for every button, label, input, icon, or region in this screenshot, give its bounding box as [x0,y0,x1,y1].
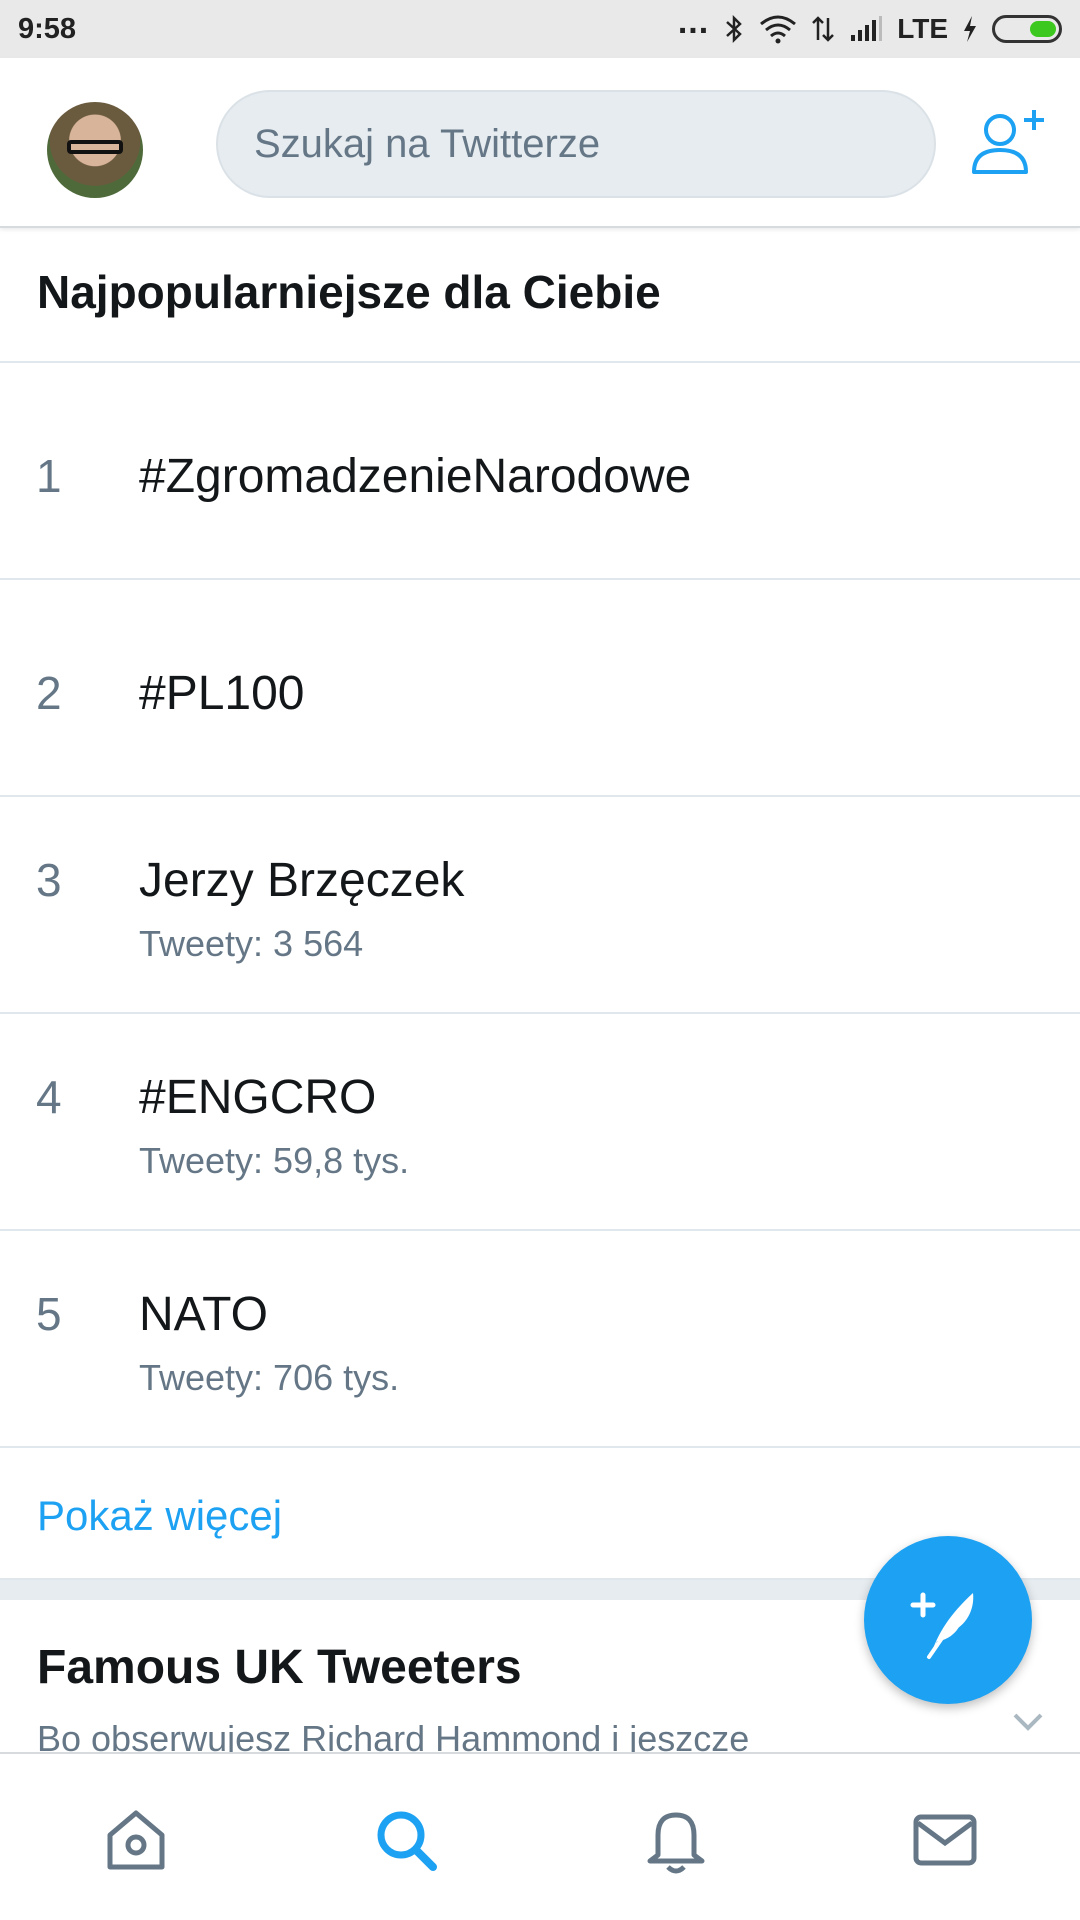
trend-rank: 5 [36,1288,62,1340]
avatar-glasses [67,140,123,154]
trend-tweet-count: Tweety: 59,8 tys. [139,1140,410,1181]
search-placeholder: Szukaj na Twitterze [254,121,601,166]
trend-name: NATO [139,1288,268,1341]
charging-icon [964,16,976,42]
trend-item[interactable]: 2 #PL100 [0,580,1080,797]
trend-rank: 2 [36,667,62,719]
chevron-down-icon[interactable] [1012,1712,1044,1732]
compose-tweet-icon [910,1592,974,1659]
battery-icon [992,15,1062,43]
trend-item[interactable]: 1 #ZgromadzenieNarodowe [0,363,1080,580]
add-user-icon[interactable] [968,106,1048,186]
trend-rank: 3 [36,854,62,906]
trend-tweet-count: Tweety: 3 564 [139,923,364,964]
home-icon [107,1810,165,1870]
nav-search[interactable] [368,1802,444,1878]
messages-icon [913,1814,977,1866]
trends-list: 1 #ZgromadzenieNarodowe 2 #PL100 3 Jerzy… [0,361,1080,1448]
famous-title: Famous UK Tweeters [37,1641,522,1694]
trend-name: #ENGCRO [139,1071,377,1124]
trend-item[interactable]: 4 #ENGCRO Tweety: 59,8 tys. [0,1014,1080,1231]
trend-name: #ZgromadzenieNarodowe [139,450,692,503]
show-more-label: Pokaż więcej [37,1492,283,1539]
nav-home[interactable] [98,1802,174,1878]
status-time: 9:58 [18,12,77,45]
notifications-icon [647,1812,705,1874]
search-input[interactable]: Szukaj na Twitterze [216,90,936,198]
status-bar: 9:58 ... LTE [0,0,1080,58]
network-type: LTE [897,13,948,44]
trend-name: Jerzy Brzęczek [139,854,465,907]
trend-name: #PL100 [139,667,305,720]
nav-notifications[interactable] [638,1802,714,1878]
data-transfer-icon [812,16,835,42]
trends-title: Najpopularniejsze dla Ciebie [37,266,661,318]
user-avatar[interactable] [47,102,143,198]
compose-tweet-button[interactable] [864,1536,1032,1704]
trend-rank: 1 [36,450,62,502]
battery-level [1030,21,1056,37]
bottom-navigation [0,1752,1080,1920]
status-dots: ... [677,2,710,41]
trend-item[interactable]: 3 Jerzy Brzęczek Tweety: 3 564 [0,797,1080,1014]
trend-rank: 4 [36,1071,62,1123]
search-icon [377,1811,437,1871]
nav-messages[interactable] [907,1802,983,1878]
top-header: Szukaj na Twitterze [0,58,1080,228]
wifi-icon [760,15,797,44]
trend-tweet-count: Tweety: 706 tys. [139,1357,400,1398]
trend-item[interactable]: 5 NATO Tweety: 706 tys. [0,1231,1080,1448]
bluetooth-icon [726,14,742,44]
signal-icon [851,16,883,41]
status-icons: ... LTE [678,3,1062,45]
